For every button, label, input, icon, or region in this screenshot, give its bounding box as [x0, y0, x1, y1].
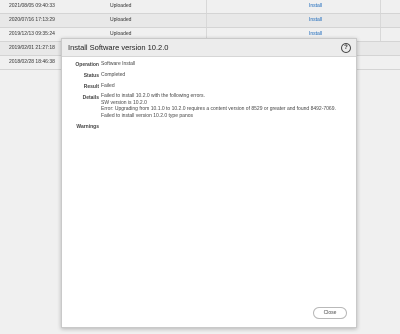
result-label: Result	[83, 84, 99, 90]
warnings-label: Warnings	[76, 124, 99, 130]
status-label: Status	[83, 73, 99, 79]
dialog-title: Install Software version 10.2.0	[68, 43, 169, 52]
result-value: Failed	[101, 83, 115, 89]
details-value: Failed to install 10.2.0 with the follow…	[101, 93, 336, 119]
details-line: Error: Upgrading from 10.1.0 to 10.2.0 r…	[101, 106, 336, 112]
dialog-header: Install Software version 10.2.0 ?	[62, 39, 356, 57]
operation-value: Software Install	[101, 61, 136, 67]
install-software-dialog: Install Software version 10.2.0 ? Operat…	[61, 38, 357, 328]
operation-label: Operation	[75, 62, 99, 68]
help-icon[interactable]: ?	[341, 43, 351, 53]
details-label: Details	[82, 95, 99, 101]
status-value: Completed	[101, 72, 126, 78]
details-line: Failed to install version 10.2.0 type pa…	[101, 112, 193, 119]
close-button[interactable]: Close	[313, 307, 347, 319]
